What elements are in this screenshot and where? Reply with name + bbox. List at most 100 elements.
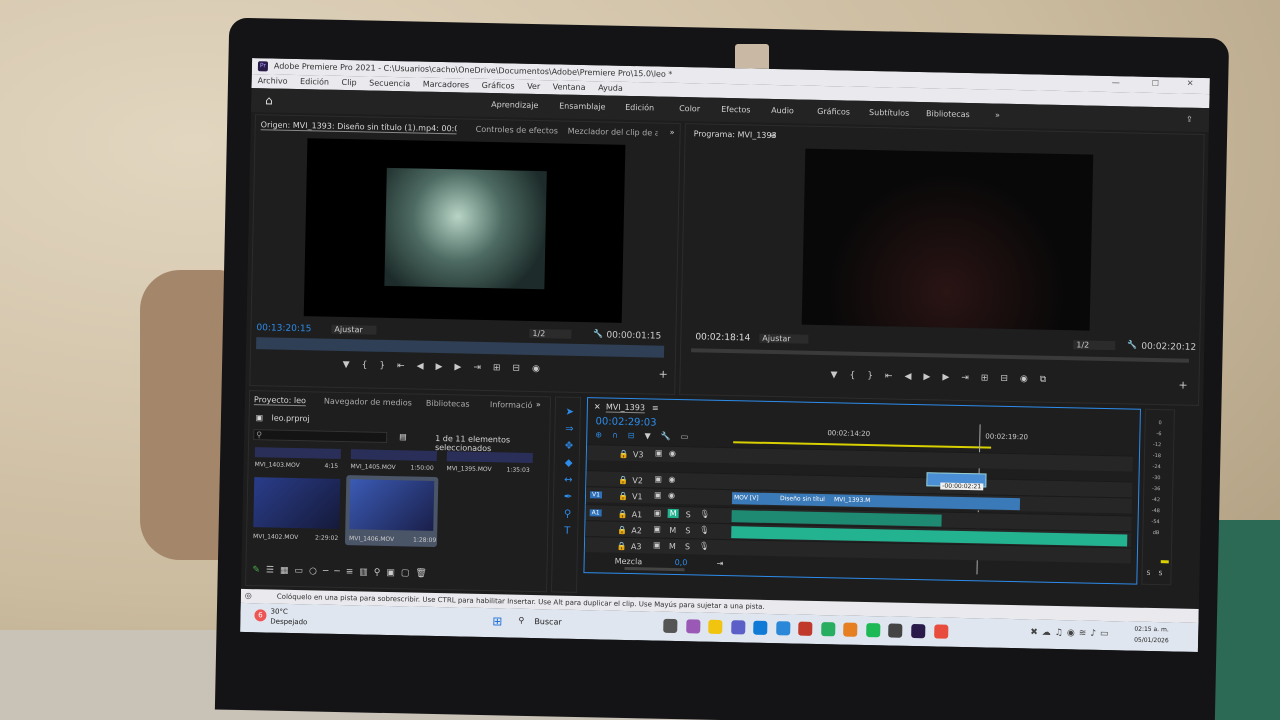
- share-icon[interactable]: ⇪: [1186, 115, 1193, 124]
- source-tab[interactable]: Origen: MVI_1393: Diseño sin título (1).…: [260, 120, 457, 135]
- clock-time[interactable]: 02:15 a. m.: [1134, 626, 1169, 634]
- a2-lock-icon[interactable]: 🔒: [617, 526, 627, 535]
- program-fit-select[interactable]: Ajustar: [759, 333, 809, 344]
- notifications-off-icon[interactable]: ✖: [1030, 627, 1042, 637]
- menu-graficos[interactable]: Gráficos: [482, 81, 515, 91]
- program-add-button-icon[interactable]: +: [1178, 379, 1187, 392]
- media-thumb-1405[interactable]: [350, 449, 437, 461]
- zoom-slider[interactable]: ○──: [309, 566, 346, 577]
- a1-mic-icon[interactable]: 🎙: [700, 510, 710, 519]
- menu-ventana[interactable]: Ventana: [553, 82, 586, 92]
- copilot-icon[interactable]: [685, 619, 701, 634]
- insert-icon[interactable]: ⊞: [493, 363, 513, 373]
- app-icon[interactable]: [888, 623, 903, 638]
- a1-mute-button[interactable]: M: [667, 508, 679, 519]
- program-resolution-select[interactable]: 1/2: [1073, 340, 1116, 351]
- ws-efectos[interactable]: Efectos: [721, 105, 751, 115]
- v3-eye-icon[interactable]: ◉: [669, 449, 676, 458]
- a1-solo-button[interactable]: S: [686, 510, 691, 519]
- selection-tool-icon[interactable]: ➤: [563, 404, 577, 421]
- spotify-icon[interactable]: [866, 623, 881, 638]
- step-forward-icon[interactable]: ▶: [454, 362, 473, 372]
- menu-ayuda[interactable]: Ayuda: [598, 83, 623, 93]
- automate-icon[interactable]: ▥: [359, 567, 374, 577]
- project-tab[interactable]: Proyecto: leo: [253, 395, 307, 407]
- panel-overflow-icon[interactable]: »: [670, 128, 675, 137]
- overwrite-icon[interactable]: ⊟: [512, 364, 532, 374]
- pencil-icon[interactable]: ✎: [252, 565, 266, 575]
- meter-solo-right[interactable]: S: [1158, 570, 1162, 577]
- ws-color[interactable]: Color: [679, 104, 700, 113]
- meter-solo-left[interactable]: S: [1146, 570, 1150, 577]
- new-folder-icon[interactable]: ▣: [386, 568, 401, 578]
- headset-icon[interactable]: ♫: [1055, 628, 1067, 638]
- close-icon[interactable]: ✕: [1187, 79, 1194, 88]
- chrome-icon[interactable]: [843, 622, 858, 637]
- nest-icon[interactable]: ⊕: [595, 430, 612, 439]
- teams-icon[interactable]: [730, 620, 746, 635]
- zoom-tool-icon[interactable]: ⚲: [560, 506, 574, 523]
- media-thumb-1402[interactable]: [253, 477, 341, 529]
- a1-sync-icon[interactable]: ▣: [654, 509, 662, 518]
- a3-lock-icon[interactable]: 🔒: [617, 542, 627, 551]
- xbox-icon[interactable]: [820, 622, 836, 637]
- p-in-point-icon[interactable]: {: [849, 371, 867, 381]
- a1-lock-icon[interactable]: 🔒: [618, 510, 628, 519]
- task-view-icon[interactable]: [663, 618, 678, 634]
- pen-tool-icon[interactable]: ✒: [561, 489, 575, 506]
- timeline-zoom-scrollbar[interactable]: [624, 566, 685, 572]
- v2-eye-icon[interactable]: ◉: [668, 475, 675, 484]
- timeline-timecode[interactable]: 00:02:29:03: [595, 416, 656, 428]
- v3-sync-icon[interactable]: ▣: [655, 449, 663, 458]
- source-resolution-select[interactable]: 1/2: [529, 328, 572, 339]
- a3-mute-button[interactable]: M: [669, 542, 676, 551]
- go-to-out-icon[interactable]: ⇥: [473, 363, 493, 373]
- razor-tool-icon[interactable]: ◆: [562, 455, 576, 472]
- trash-icon[interactable]: 🗑: [415, 569, 433, 579]
- v1-eye-icon[interactable]: ◉: [668, 491, 675, 500]
- freeform-view-icon[interactable]: ▭: [294, 566, 309, 576]
- a3-solo-button[interactable]: S: [685, 542, 690, 551]
- volume-icon[interactable]: ♪: [1090, 629, 1100, 639]
- p-step-back-icon[interactable]: ◀: [904, 372, 923, 382]
- timeline-settings-icon[interactable]: 🔧: [661, 432, 681, 441]
- wrench-icon[interactable]: 🔧: [593, 329, 603, 338]
- snap-icon[interactable]: ∩: [612, 431, 628, 440]
- chrome-alt-icon[interactable]: [933, 624, 948, 639]
- ws-aprendizaje[interactable]: Aprendizaje: [491, 100, 538, 110]
- taskbar-search-icon[interactable]: ⚲: [518, 616, 524, 625]
- type-tool-icon[interactable]: T: [560, 523, 574, 540]
- menu-marcadores[interactable]: Marcadores: [423, 80, 470, 90]
- a3-sync-icon[interactable]: ▣: [653, 541, 661, 550]
- ws-bibliotecas[interactable]: Bibliotecas: [926, 109, 970, 119]
- tab-audio-clip-mixer[interactable]: Mezclador del clip de audio: [568, 127, 658, 138]
- compare-icon[interactable]: ⧉: [1040, 375, 1059, 385]
- new-item-icon[interactable]: ▢: [401, 568, 416, 578]
- v1-sync-icon[interactable]: ▣: [654, 491, 662, 500]
- p-go-to-out-icon[interactable]: ⇥: [961, 373, 981, 383]
- source-timeline-bar[interactable]: [256, 337, 665, 358]
- source-timecode[interactable]: 00:13:20:15: [256, 323, 311, 334]
- lift-icon[interactable]: ⊞: [981, 373, 1001, 383]
- program-timeline-bar[interactable]: [691, 348, 1190, 363]
- ripple-edit-icon[interactable]: ✥: [562, 438, 576, 455]
- program-tab[interactable]: Programa: MVI_1393: [694, 129, 777, 140]
- v2-lock-icon[interactable]: 🔒: [618, 476, 628, 485]
- file-explorer-icon[interactable]: [708, 619, 723, 635]
- v2-sync-icon[interactable]: ▣: [654, 475, 662, 484]
- timeline-menu-icon[interactable]: ≡: [652, 403, 659, 412]
- program-wrench-icon[interactable]: 🔧: [1127, 340, 1137, 349]
- p-marker-icon[interactable]: ▼: [830, 370, 849, 380]
- add-button-icon[interactable]: +: [658, 368, 667, 381]
- play-icon[interactable]: ▶: [435, 362, 454, 372]
- maximize-icon[interactable]: ☐: [1152, 79, 1159, 88]
- out-point-icon[interactable]: }: [379, 361, 397, 371]
- a1-source-patch[interactable]: A1: [589, 509, 602, 517]
- timeline-close-icon[interactable]: ✕: [594, 402, 601, 411]
- add-marker-icon[interactable]: ▼: [644, 431, 660, 440]
- menu-secuencia[interactable]: Secuencia: [369, 78, 410, 88]
- battery-icon[interactable]: ▭: [1100, 629, 1113, 639]
- tab-effect-controls[interactable]: Controles de efectos: [476, 125, 559, 136]
- track-select-icon[interactable]: ⇒: [562, 421, 576, 438]
- icon-view-icon[interactable]: ▦: [280, 566, 295, 576]
